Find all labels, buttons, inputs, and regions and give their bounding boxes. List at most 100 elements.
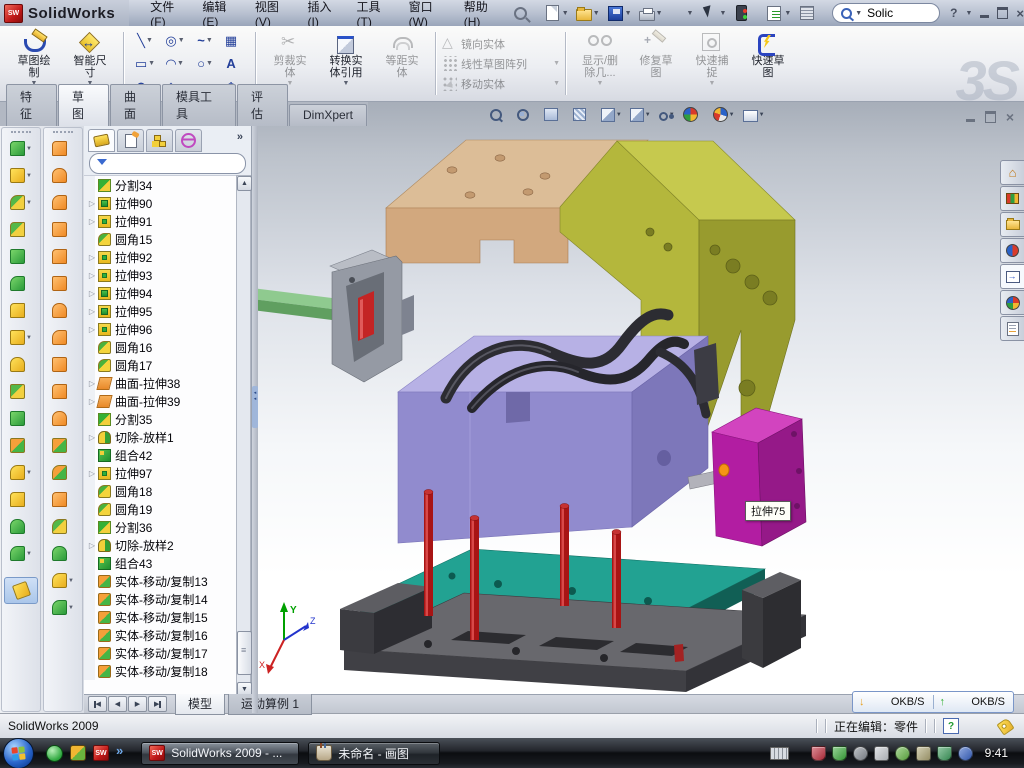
dropdown-caret-icon[interactable]: ▼ <box>597 80 604 87</box>
feature-split34[interactable]: ▷ 分割34 <box>84 176 236 194</box>
help-button[interactable]: ? <box>950 6 957 20</box>
planar-surface-icon[interactable]: ▼ <box>44 270 82 297</box>
feature-movecopy13[interactable]: ▷ 实体-移动/复制13 <box>84 572 236 590</box>
combine-icon[interactable]: ▼ <box>2 405 40 432</box>
feature-extrude90[interactable]: ▷ 拉伸90 <box>84 194 236 212</box>
file-properties-icon[interactable] <box>800 6 814 20</box>
search-input[interactable] <box>865 5 931 21</box>
undo-icon[interactable] <box>670 5 686 21</box>
quick-launch-app-icon[interactable] <box>70 745 86 761</box>
pin-icon[interactable] <box>514 7 527 20</box>
chamfer-icon[interactable]: ▼ <box>2 216 40 243</box>
expander-icon[interactable]: ▷ <box>87 379 97 388</box>
移动实体[interactable]: 移动实体 ▼ <box>442 75 560 93</box>
feature-cutloft1[interactable]: ▷ 切除-放样1 <box>84 428 236 446</box>
dropdown-caret-icon[interactable]: ▼ <box>645 112 651 118</box>
快速捕 捉[interactable]: 快速捕 捉 ▼ <box>684 28 740 99</box>
sketch-entity-icon[interactable]: ◎ <box>165 34 176 48</box>
dropdown-caret-icon[interactable]: ▼ <box>26 146 32 152</box>
转换实 体引用[interactable]: 转换实 体引用 ▼ <box>318 28 374 99</box>
extruded-boss-icon[interactable]: ▼ <box>2 135 40 162</box>
doc-close-button[interactable]: × <box>1006 109 1014 125</box>
messenger-status-icon[interactable] <box>958 746 973 761</box>
revolved-surface-icon[interactable]: ▼ <box>44 162 82 189</box>
dropdown-caret-icon[interactable]: ▼ <box>709 80 716 87</box>
dropdown-caret-icon[interactable]: ▼ <box>729 112 735 118</box>
tab-propertymanager[interactable] <box>117 129 144 152</box>
dropdown-caret-icon[interactable]: ▼ <box>206 37 213 44</box>
expander-icon[interactable]: ▷ <box>87 469 97 478</box>
zoom-fit-icon[interactable]: ▼ <box>490 109 509 121</box>
feature-split35[interactable]: ▷ 分割35 <box>84 410 236 428</box>
filled-surface-icon[interactable]: ▼ <box>44 540 82 567</box>
sketch-entity-icon[interactable]: ~ <box>197 34 205 48</box>
tab-dimxpertmanager[interactable] <box>175 129 202 152</box>
tab-featuremanager-tree[interactable] <box>88 129 115 152</box>
tab-configurationmanager[interactable] <box>146 129 173 152</box>
feature-movecopy18[interactable]: ▷ 实体-移动/复制18 <box>84 662 236 680</box>
dropdown-caret-icon[interactable]: ▼ <box>562 10 569 17</box>
sketch-entity-button[interactable]: ╲ ▼ <box>130 29 160 52</box>
dropdown-caret-icon[interactable]: ▼ <box>553 60 560 67</box>
replace-face-icon[interactable]: ▼ <box>44 378 82 405</box>
dropdown-caret-icon[interactable]: ▼ <box>177 60 184 67</box>
extruded-cut-icon[interactable]: ▼ <box>2 162 40 189</box>
restore-button[interactable] <box>997 7 1008 19</box>
expander-icon[interactable]: ▷ <box>87 289 97 298</box>
fillet-icon[interactable]: ▼ <box>2 189 40 216</box>
zoom-area-icon[interactable]: ▼ <box>517 109 536 121</box>
sync-icon[interactable] <box>895 746 910 761</box>
defender-shield-icon[interactable] <box>937 746 952 761</box>
expander-icon[interactable]: ▷ <box>87 307 97 316</box>
tags-icon[interactable] <box>996 717 1014 735</box>
prev-tab-button[interactable]: ◀ <box>108 696 127 712</box>
sketch-entity-button[interactable]: ◎ ▼ <box>160 29 190 52</box>
part-clamp-insert[interactable] <box>330 250 414 382</box>
home-icon[interactable]: ⌂ <box>1000 160 1024 185</box>
linear-pattern-icon[interactable]: ▼ <box>2 324 40 351</box>
quick-launch-chevron-icon[interactable]: » <box>116 743 123 758</box>
feature-movecopy15[interactable]: ▷ 实体-移动/复制15 <box>84 608 236 626</box>
view-palette-icon[interactable] <box>1000 264 1024 289</box>
feature-fillet15[interactable]: ▷ 圆角15 <box>84 230 236 248</box>
fillet-surface-icon[interactable]: ▼ <box>44 513 82 540</box>
dropdown-caret-icon[interactable]: ▼ <box>26 335 32 341</box>
expander-icon[interactable]: ▷ <box>87 397 97 406</box>
feature-fillet16[interactable]: ▷ 圆角16 <box>84 338 236 356</box>
sketch-entity-icon[interactable]: ○ <box>197 57 205 71</box>
reference-geometry-icon[interactable]: ▼ <box>2 459 40 486</box>
open-icon[interactable] <box>576 9 592 21</box>
part-insert-block[interactable] <box>712 408 806 546</box>
lofted-surface-icon[interactable]: ▼ <box>44 216 82 243</box>
feature-extrude95[interactable]: ▷ 拉伸95 <box>84 302 236 320</box>
toolbox-icon[interactable] <box>1000 238 1024 263</box>
first-tab-button[interactable]: ◀ <box>88 696 107 712</box>
expander-icon[interactable]: ▷ <box>87 271 97 280</box>
search-box[interactable]: ▼ <box>832 3 940 23</box>
feature-movecopy16[interactable]: ▷ 实体-移动/复制16 <box>84 626 236 644</box>
特征[interactable]: 特征 <box>6 84 57 126</box>
instant3d-button[interactable] <box>4 577 38 604</box>
dropdown-caret-icon[interactable]: ▼ <box>26 551 32 557</box>
dropdown-caret-icon[interactable]: ▼ <box>784 10 791 17</box>
sketch-entity-icon[interactable]: ▭ <box>135 57 147 71</box>
sketch-entity-button[interactable]: ▭ ▼ <box>130 52 160 75</box>
hide-show-items-icon[interactable]: ▼ <box>659 108 675 121</box>
extruded-surface-icon[interactable]: ▼ <box>44 189 82 216</box>
sketch-entity-icon[interactable]: ╲ <box>137 34 145 48</box>
feature-extrude97[interactable]: ▷ 拉伸97 <box>84 464 236 482</box>
feature-extrude91[interactable]: ▷ 拉伸91 <box>84 212 236 230</box>
new-document-icon[interactable] <box>546 5 559 21</box>
dropdown-caret-icon[interactable]: ▼ <box>719 10 726 17</box>
线性草图阵列[interactable]: 线性草图阵列 ▼ <box>442 55 560 73</box>
feature-cutloft2[interactable]: ▷ 切除-放样2 <box>84 536 236 554</box>
expander-icon[interactable]: ▷ <box>87 217 97 226</box>
appearances-icon[interactable] <box>1000 290 1024 315</box>
快速草 图[interactable]: 快速草 图 ▼ <box>740 28 796 99</box>
feature-surface-extrude39[interactable]: ▷ 曲面-拉伸39 <box>84 392 236 410</box>
swept-surface-icon[interactable]: ▼ <box>44 135 82 162</box>
toolbar-grip[interactable] <box>11 131 31 133</box>
scroll-up-button[interactable]: ▲ <box>237 176 252 191</box>
镜向实体[interactable]: 镜向实体 ▼ <box>442 35 560 53</box>
scrollbar-thumb[interactable] <box>237 631 252 675</box>
